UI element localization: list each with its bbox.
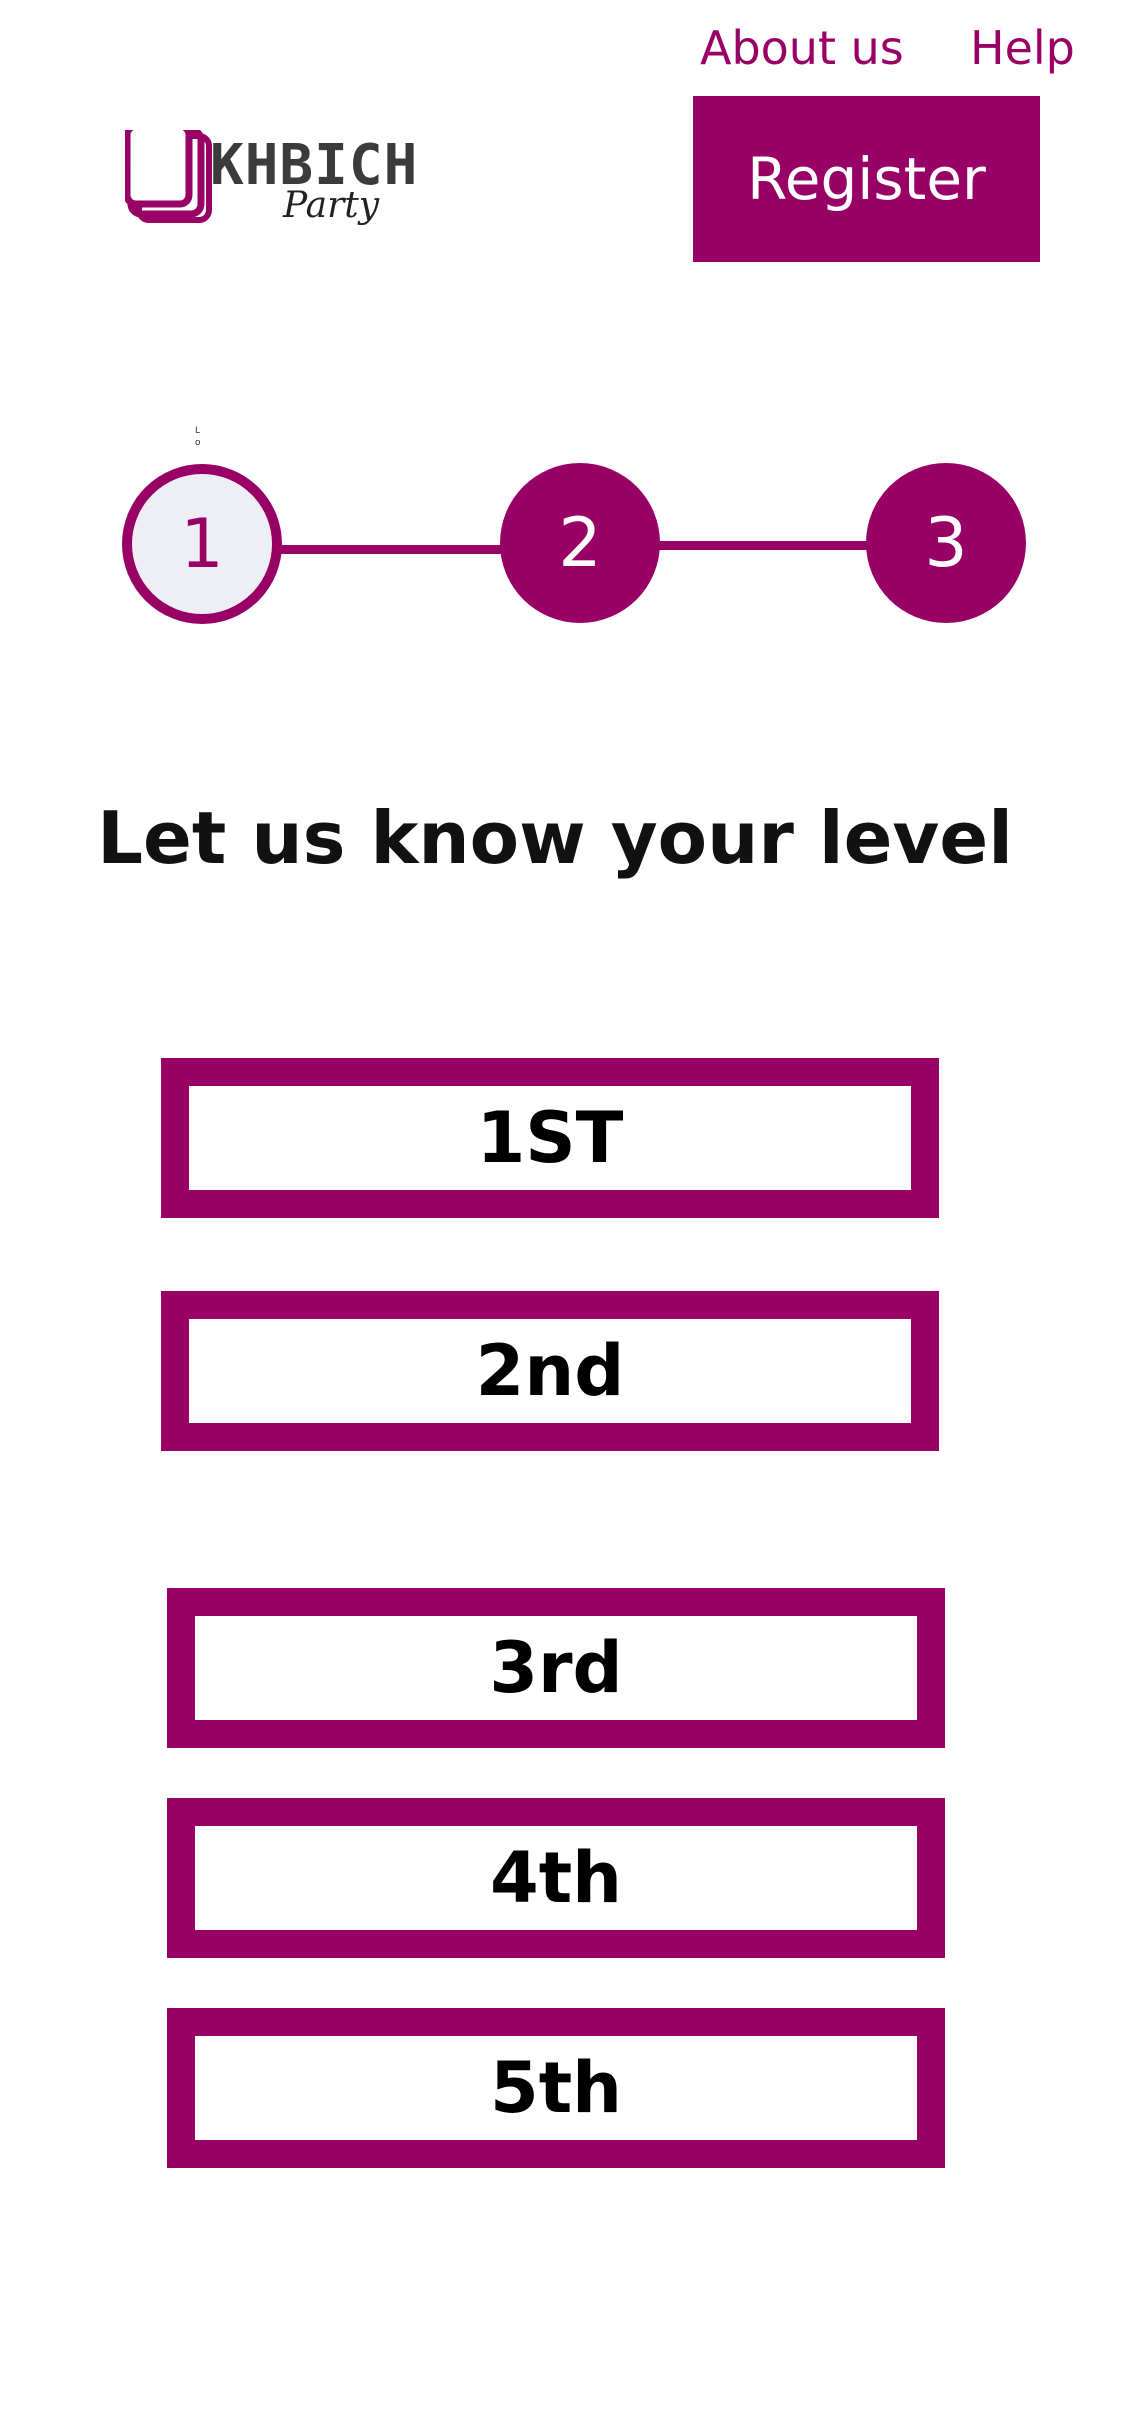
help-link[interactable]: Help <box>970 18 1075 78</box>
level-button-5th[interactable]: 5th <box>167 2008 945 2168</box>
level-button-2nd[interactable]: 2nd <box>161 1291 939 1451</box>
step-connector-2-3 <box>655 541 877 550</box>
register-button[interactable]: Register <box>693 96 1040 262</box>
progress-stepper: 1 2 3 <box>0 400 1125 660</box>
step-2-number: 2 <box>558 503 602 583</box>
level-button-4th[interactable]: 4th <box>167 1798 945 1958</box>
level-button-1st[interactable]: 1ST <box>161 1058 939 1218</box>
step-2[interactable]: 2 <box>500 463 660 623</box>
page-title: Let us know your level <box>97 796 1013 881</box>
logo-subtitle: Party <box>283 185 380 226</box>
step-3[interactable]: 3 <box>866 463 1026 623</box>
step-connector-1-2 <box>275 545 505 554</box>
about-us-link[interactable]: About us <box>700 18 904 78</box>
level-button-3rd[interactable]: 3rd <box>167 1588 945 1748</box>
step-3-number: 3 <box>924 503 968 583</box>
step-1-number: 1 <box>180 504 224 584</box>
step-1[interactable]: 1 <box>122 464 282 624</box>
